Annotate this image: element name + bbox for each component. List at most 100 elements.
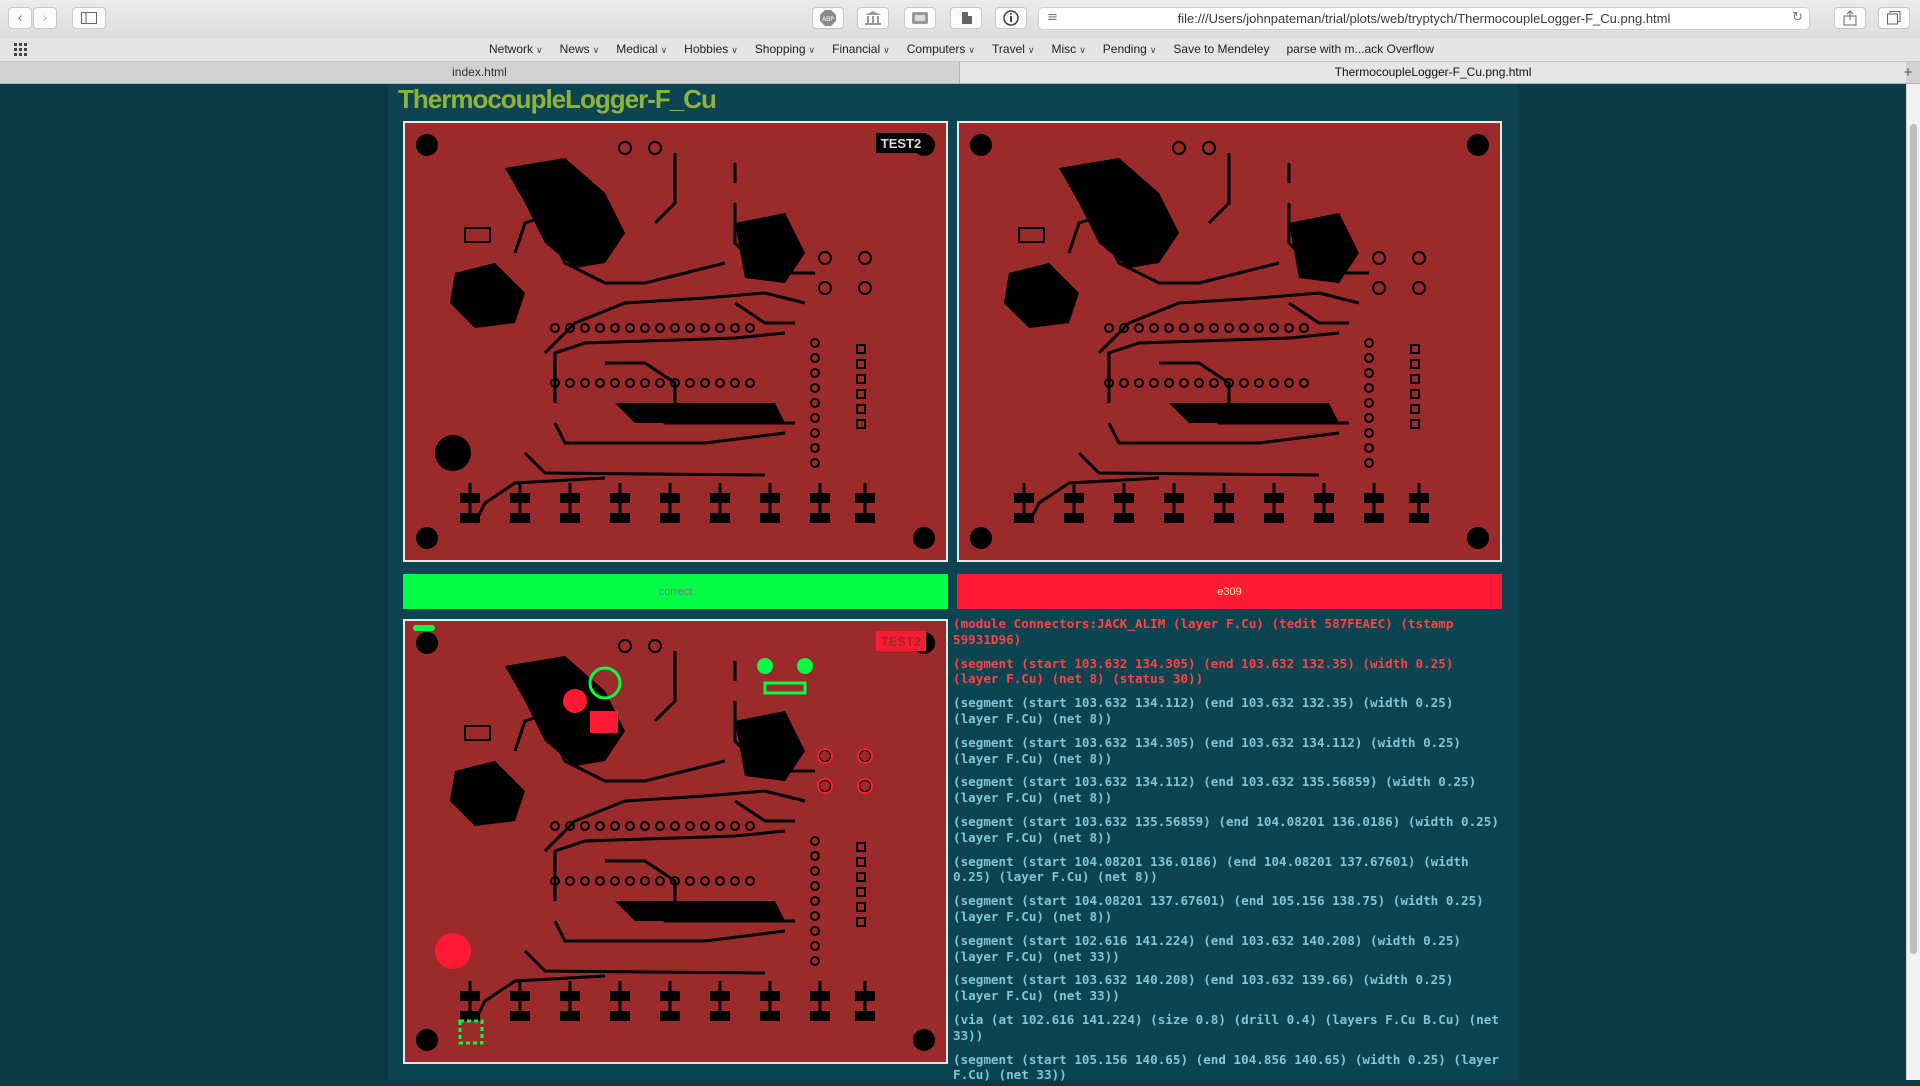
bookmark-item[interactable]: Travel ∨ — [992, 42, 1035, 56]
extension-button[interactable] — [950, 7, 982, 29]
chevron-down-icon: ∨ — [592, 45, 600, 55]
pad — [460, 513, 480, 523]
pad — [660, 1011, 680, 1021]
page-title: ThermocoupleLogger-F_Cu — [398, 84, 717, 114]
back-button[interactable]: ‹ — [8, 7, 32, 29]
diff-added — [413, 625, 435, 631]
bookmark-button[interactable] — [904, 7, 936, 29]
candidate-status-bar: e309 — [957, 574, 1502, 609]
reload-icon[interactable]: ↻ — [1792, 10, 1803, 25]
mounting-hole — [970, 527, 992, 549]
sidebar-button[interactable] — [72, 7, 106, 29]
bookmark-item[interactable]: Financial ∨ — [832, 42, 890, 56]
reference-board-image: TEST2 — [405, 123, 946, 560]
candidate-status-text: e309 — [1217, 585, 1242, 598]
pad — [1114, 513, 1134, 523]
bookmark-item[interactable]: Pending ∨ — [1103, 42, 1157, 56]
bookmark-item[interactable]: Shopping ∨ — [755, 42, 815, 56]
back-icon: ‹ — [17, 10, 23, 26]
tabs-icon — [1887, 11, 1901, 25]
bookmark-item[interactable]: Medical ∨ — [616, 42, 667, 56]
pad — [810, 1011, 830, 1021]
pad — [510, 991, 530, 1001]
bookmark-item[interactable]: Save to Mendeley — [1173, 42, 1269, 56]
pad — [855, 1011, 875, 1021]
bookmark-item[interactable]: Hobbies ∨ — [684, 42, 738, 56]
pad — [810, 493, 830, 503]
bookmark-item[interactable]: Computers ∨ — [907, 42, 975, 56]
pad — [460, 991, 480, 1001]
pad — [760, 513, 780, 523]
bookmark-item[interactable]: Network ∨ — [489, 42, 543, 56]
url-bar[interactable]: ≡ file:///Users/johnpateman/trial/plots/… — [1038, 7, 1810, 30]
chevron-down-icon: ∨ — [883, 45, 890, 55]
log-line: (segment (start 102.616 141.224) (end 10… — [953, 932, 1469, 964]
bookmark-label: Travel — [992, 42, 1025, 56]
pad — [810, 513, 830, 523]
pad — [810, 991, 830, 1001]
library-button[interactable] — [857, 7, 889, 29]
page-scrollbar[interactable] — [1906, 84, 1920, 1080]
pad — [855, 513, 875, 523]
bookmark-item[interactable]: Misc ∨ — [1052, 42, 1086, 56]
chevron-down-icon: ∨ — [808, 45, 816, 55]
pad — [1064, 513, 1084, 523]
adblock-icon: ABP — [820, 10, 836, 26]
apps-grid-icon[interactable] — [14, 43, 30, 57]
url-text: file:///Users/johnpateman/trial/plots/we… — [1177, 11, 1671, 26]
adblock-button[interactable]: ABP — [812, 7, 844, 29]
new-tab-icon[interactable]: + — [1896, 62, 1920, 83]
log-line: (segment (start 103.632 135.56859) (end … — [953, 813, 1499, 845]
bookmark-item[interactable]: News ∨ — [560, 42, 600, 56]
bookmark-label: Misc — [1051, 42, 1077, 56]
bookmarks-bar: Network ∨ News ∨ Medical ∨ Hobbies ∨ Shopping ∨ Fi… — [0, 38, 1920, 62]
tab-index[interactable]: index.html — [0, 62, 960, 83]
tabs-button[interactable] — [1878, 7, 1910, 29]
forward-icon: › — [42, 10, 48, 26]
tab-bar: index.html ThermocoupleLogger-F_Cu.png.h… — [0, 62, 1920, 84]
pad — [1064, 493, 1084, 503]
pad — [1314, 513, 1334, 523]
share-button[interactable] — [1834, 7, 1866, 29]
pad — [710, 493, 730, 503]
large-pad — [435, 933, 471, 969]
info-button[interactable] — [995, 7, 1027, 29]
pad — [1164, 493, 1184, 503]
forward-button[interactable]: › — [33, 7, 57, 29]
pad — [710, 513, 730, 523]
pad — [610, 1011, 630, 1021]
log-line: (segment (start 103.632 134.305) (end 10… — [953, 655, 1462, 687]
bookmark-label: parse with m...ack Overflow — [1286, 42, 1434, 56]
candidate-board-image — [959, 123, 1500, 560]
bookmark-label: News — [559, 42, 590, 56]
tab-thermocouple[interactable]: ThermocoupleLogger-F_Cu.png.html — [960, 62, 1906, 83]
log-line: (segment (start 104.08201 137.67601) (en… — [953, 893, 1492, 924]
silkscreen-label: TEST2 — [881, 634, 921, 649]
pad — [460, 493, 480, 503]
mounting-hole — [913, 1029, 935, 1051]
mounting-hole — [416, 134, 438, 156]
chevron-down-icon: ∨ — [660, 45, 668, 55]
reference-board-panel: TEST2 — [403, 121, 948, 562]
bookmark-list: Network ∨ News ∨ Medical ∨ Hobbies ∨ Shopping ∨ Fi… — [489, 42, 1434, 56]
log-line: (segment (start 103.632 134.305) (end 10… — [953, 734, 1469, 766]
diff-added — [757, 658, 773, 674]
pad — [660, 493, 680, 503]
library-icon — [865, 11, 881, 25]
bookmark-label: Save to Mendeley — [1173, 42, 1270, 56]
pad — [710, 1011, 730, 1021]
chevron-down-icon: ∨ — [1079, 45, 1086, 55]
bookmark-item[interactable]: parse with m...ack Overflow — [1286, 42, 1433, 56]
pad — [660, 991, 680, 1001]
candidate-board-panel — [957, 121, 1502, 562]
pad — [1409, 513, 1429, 523]
scrollbar-thumb[interactable] — [1910, 124, 1917, 954]
diff-log: (module Connectors:JACK_ALIM (layer F.Cu… — [953, 616, 1505, 1086]
svg-text:ABP: ABP — [822, 16, 834, 23]
pad — [560, 493, 580, 503]
large-pad — [435, 435, 471, 471]
pad — [560, 1011, 580, 1021]
pad — [1014, 493, 1034, 503]
chevron-down-icon: ∨ — [1027, 45, 1035, 55]
reference-status-text: correct — [658, 585, 693, 598]
